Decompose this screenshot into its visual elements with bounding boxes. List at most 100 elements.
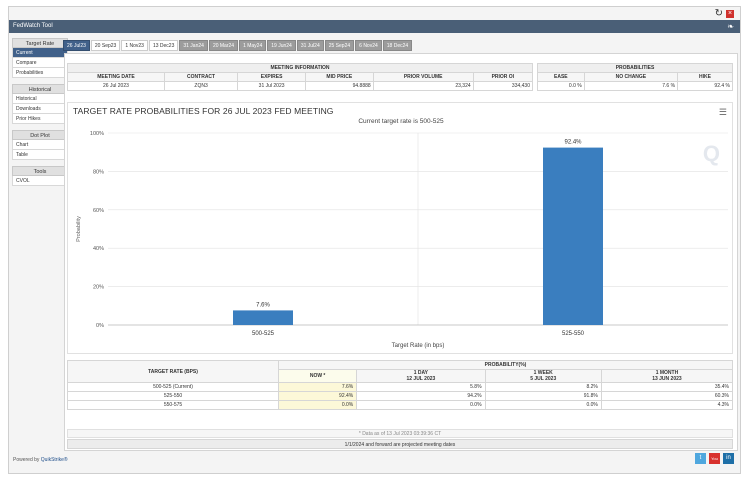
tab-31-jul24[interactable]: 31 Jul24: [296, 40, 324, 51]
probability-cell: 5.8%: [356, 382, 486, 392]
tab-1-nov23[interactable]: 1 Nov23: [121, 40, 148, 51]
column-period: NOW *: [309, 373, 326, 379]
probability-cell: 94.2%: [356, 391, 486, 401]
y-tick-label: 100%: [90, 131, 104, 137]
sidebar-item-table[interactable]: Table: [12, 150, 68, 160]
twitter-icon[interactable]: ❧: [727, 22, 734, 31]
tab-25-sep24[interactable]: 25 Sep24: [324, 40, 355, 51]
y-axis-label: Probability: [76, 216, 82, 242]
rate-cell: 525-550: [67, 391, 279, 401]
linkedin-icon[interactable]: in: [723, 453, 734, 464]
probability-cell: 0.0%: [484, 400, 602, 410]
column-date: 5 JUL 2023: [530, 376, 557, 382]
youtube-icon[interactable]: You: [709, 453, 720, 464]
column-header: MID PRICE: [304, 72, 374, 82]
probability-column-header: NOW *: [277, 369, 358, 383]
meeting-value: 334,430: [472, 81, 534, 91]
probability-column-header: 1 WEEK 5 JUL 2023: [484, 369, 602, 383]
twitter-icon[interactable]: t: [695, 453, 706, 464]
meeting-value: ZQN3: [163, 81, 239, 91]
app-title: FedWatch Tool: [13, 23, 53, 29]
column-header: HIKE: [677, 72, 733, 82]
sidebar-item-compare[interactable]: Compare: [12, 58, 68, 68]
probability-cell: 7.6%: [277, 382, 358, 392]
tab-13-dec23[interactable]: 13 Dec23: [148, 40, 179, 51]
meeting-value: 26 Jul 2023: [67, 81, 165, 91]
sidebar-item-cvol[interactable]: CVOL: [12, 176, 68, 186]
data-timestamp-note: * Data as of 13 Jul 2023 03:39:36 CT: [67, 429, 733, 438]
sidebar-group-target-rate: Target Rate Current Compare Probabilities: [12, 38, 68, 78]
tab-20-mar24[interactable]: 20 Mar24: [208, 40, 239, 51]
y-tick-label: 80%: [93, 169, 104, 175]
meeting-value: 31 Jul 2023: [237, 81, 306, 91]
meeting-tabs: 26 Jul23 20 Sep23 1 Nov23 13 Dec23 31 Jan24 2…: [63, 40, 413, 51]
target-rate-header: TARGET RATE (BPS): [67, 360, 279, 383]
brand-link[interactable]: QuikStrike®: [41, 457, 68, 463]
column-date: 12 JUL 2023: [406, 376, 436, 382]
tab-26-jul23[interactable]: 26 Jul23: [63, 40, 90, 51]
sidebar-item-downloads[interactable]: Downloads: [12, 104, 68, 114]
table-row: 550-575 0.0% 0.0% 0.0% 4.3%: [67, 400, 734, 410]
meeting-value: 94.8888: [304, 81, 374, 91]
probability-column-header: 1 MONTH 13 JUN 2023: [600, 369, 734, 383]
column-header: MEETING DATE: [67, 72, 165, 82]
sidebar: Target Rate Current Compare Probabilities Hi…: [12, 38, 68, 192]
probability-value: 7.6 %: [583, 81, 679, 91]
chart-container: TARGET RATE PROBABILITIES FOR 26 JUL 202…: [67, 102, 733, 354]
probability-cell: 35.4%: [600, 382, 734, 392]
sidebar-group-dot-plot: Dot Plot Chart Table: [12, 130, 68, 160]
tab-20-sep23[interactable]: 20 Sep23: [90, 40, 121, 51]
probabilities-header: PROBABILITIES: [537, 63, 733, 73]
meeting-value: 23,324: [372, 81, 474, 91]
powered-prefix: Powered by: [13, 457, 40, 463]
y-tick-label: 0%: [96, 323, 104, 329]
column-header: EXPIRES: [237, 72, 306, 82]
column-header: PRIOR VOLUME: [372, 72, 474, 82]
sidebar-item-chart[interactable]: Chart: [12, 140, 68, 150]
sidebar-heading-tools: Tools: [12, 166, 68, 176]
sidebar-heading-target-rate: Target Rate: [12, 38, 68, 48]
social-links: t You in: [695, 453, 734, 464]
close-icon[interactable]: ×: [726, 10, 734, 18]
fedwatch-window: ↻ × FedWatch Tool ❧ Target Rate Current Co…: [8, 6, 741, 474]
meeting-info-table: MEETING INFORMATION MEETING DATE CONTRACT…: [67, 63, 534, 91]
sidebar-item-current[interactable]: Current: [12, 48, 68, 58]
tab-1-may24[interactable]: 1 May24: [239, 40, 267, 51]
y-tick-label: 20%: [93, 285, 104, 291]
column-header: PRIOR OI: [472, 72, 534, 82]
probability-value: 92.4 %: [677, 81, 733, 91]
probability-cell: 0.0%: [356, 400, 486, 410]
probability-history-table: TARGET RATE (BPS) PROBABILITY(%) NOW * 1 …: [67, 360, 734, 410]
sidebar-item-prior-hikes[interactable]: Prior Hikes: [12, 114, 68, 124]
probability-cell: 8.2%: [484, 382, 602, 392]
tab-31-jan24[interactable]: 31 Jan24: [179, 40, 208, 51]
column-date: 13 JUN 2023: [652, 376, 682, 382]
rate-cell: 500-525 (Current): [67, 382, 279, 392]
title-bar: FedWatch Tool ❧: [9, 20, 740, 33]
probability-cell: 60.3%: [600, 391, 734, 401]
column-header: CONTRACT: [163, 72, 239, 82]
column-header: NO CHANGE: [583, 72, 679, 82]
table-row: 500-525 (Current) 7.6% 5.8% 8.2% 35.4%: [67, 382, 734, 392]
chart-subtitle: Current target rate is 500-525: [358, 118, 444, 125]
bar-500-525: [233, 310, 293, 325]
tab-19-jun24[interactable]: 19 Jun24: [267, 40, 296, 51]
x-axis-label: Target Rate (in bps): [392, 343, 445, 349]
refresh-icon[interactable]: ↻: [715, 9, 723, 19]
powered-by: Powered by QuikStrike®: [9, 457, 740, 463]
bar-chart: Current target rate is 500-525 0% 20% 40% 60…: [76, 118, 728, 349]
x-tick-label: 500-525: [252, 331, 275, 337]
x-tick-label: 525-550: [562, 331, 585, 337]
main-content: MEETING INFORMATION MEETING DATE CONTRACT…: [64, 53, 738, 451]
sidebar-item-probabilities[interactable]: Probabilities: [12, 68, 68, 78]
y-tick-label: 40%: [93, 246, 104, 252]
y-tick-label: 60%: [93, 208, 104, 214]
window-controls: ↻ ×: [715, 9, 734, 19]
tab-6-nov24[interactable]: 6 Nov24: [355, 40, 382, 51]
sidebar-group-tools: Tools CVOL: [12, 166, 68, 186]
sidebar-item-historical[interactable]: Historical: [12, 94, 68, 104]
probability-cell: 0.0%: [277, 400, 358, 410]
tab-18-dec24[interactable]: 18 Dec24: [382, 40, 413, 51]
table-row: 525-550 92.4% 94.2% 91.8% 60.3%: [67, 391, 734, 401]
sidebar-heading-dot-plot: Dot Plot: [12, 130, 68, 140]
